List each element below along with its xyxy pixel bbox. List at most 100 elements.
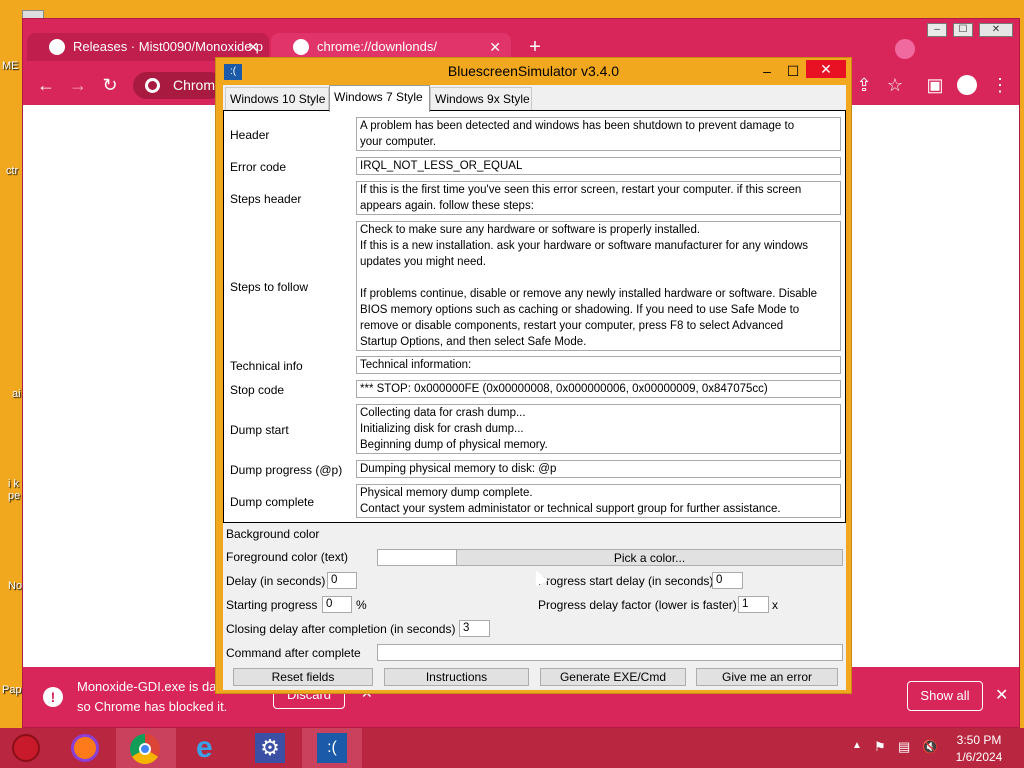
- network-icon[interactable]: ▤: [898, 739, 910, 755]
- technical-info-textbox[interactable]: Technical information:: [356, 356, 841, 374]
- closing-delay-input[interactable]: 3: [459, 620, 490, 637]
- window-title: BluescreenSimulator v3.4.0: [447, 63, 620, 79]
- field-label-dump-complete: Dump complete: [230, 495, 315, 509]
- start-ornament-icon: [12, 734, 40, 762]
- firefox-icon: [71, 734, 99, 762]
- closing-delay-label: Closing delay after completion (in secon…: [226, 622, 456, 636]
- taskbar-internet-explorer[interactable]: e: [180, 728, 240, 768]
- field-label-dump-progress: Dump progress (@p): [230, 463, 343, 477]
- tab-windows-7[interactable]: Windows 7 Style: [329, 85, 430, 112]
- progress-delay-factor-input[interactable]: 1: [738, 596, 769, 613]
- show-all-button[interactable]: Show all: [907, 681, 983, 711]
- desktop-label: ai: [12, 388, 21, 400]
- windows7-fields-panel: Header A problem has been detected and w…: [223, 110, 846, 523]
- chrome-logo-icon: [145, 78, 160, 93]
- progress-start-delay-label: Progress start delay (in seconds): [538, 574, 714, 588]
- reset-fields-button[interactable]: Reset fields: [233, 668, 373, 686]
- error-code-textbox[interactable]: IRQL_NOT_LESS_OR_EQUAL: [356, 157, 841, 175]
- app-icon: :(: [224, 64, 242, 80]
- starting-progress-label: Starting progress: [226, 598, 318, 612]
- tab-windows-9x[interactable]: Windows 9x Style: [430, 87, 532, 111]
- stop-code-textbox[interactable]: *** STOP: 0x000000FE (0x00000008, 0x0000…: [356, 380, 841, 398]
- tab-windows-10[interactable]: Windows 10 Style: [225, 87, 329, 111]
- progress-delay-factor-label: Progress delay factor (lower is faster): [538, 598, 737, 612]
- clock-time[interactable]: 3:50 PM: [954, 733, 1004, 747]
- chrome-close-button[interactable]: ✕: [979, 23, 1013, 37]
- start-button[interactable]: [0, 728, 52, 768]
- title-bar[interactable]: :( BluescreenSimulator v3.4.0 – ☐ ✕: [216, 58, 851, 85]
- taskbar-firefox[interactable]: [56, 728, 116, 768]
- share-icon[interactable]: ⇪: [849, 65, 879, 105]
- volume-muted-icon[interactable]: 🔇: [922, 739, 938, 755]
- download-warning-line2: so Chrome has blocked it.: [77, 699, 228, 714]
- omnibox[interactable]: Chrome: [133, 72, 223, 99]
- desktop-label: i k pe: [8, 478, 21, 502]
- command-after-label: Command after complete: [226, 646, 361, 660]
- chrome-icon: [130, 734, 160, 764]
- generate-exe-button[interactable]: Generate EXE/Cmd: [540, 668, 686, 686]
- starting-progress-input[interactable]: 0: [322, 596, 352, 613]
- browser-tab-label: chrome://downlonds/: [317, 39, 437, 54]
- profile-avatar-icon[interactable]: [957, 75, 977, 95]
- action-center-flag-icon[interactable]: ⚑: [874, 739, 886, 755]
- pick-color-button[interactable]: Pick a color...: [456, 549, 843, 566]
- taskbar: e ⚙ :( ▲ ⚑ ▤ 🔇 3:50 PM 1/6/2024: [0, 728, 1024, 768]
- reload-icon[interactable]: ↻: [95, 65, 125, 105]
- command-after-input[interactable]: [377, 644, 843, 661]
- new-tab-button[interactable]: +: [523, 35, 547, 59]
- app-body: Windows 10 Style Windows 7 Style Windows…: [223, 85, 846, 690]
- taskbar-chrome[interactable]: [116, 728, 176, 768]
- minimize-button[interactable]: –: [754, 58, 780, 85]
- desktop-label: No: [8, 580, 23, 592]
- profile-badge-icon[interactable]: [895, 39, 915, 59]
- field-label-header: Header: [230, 128, 270, 142]
- header-textbox[interactable]: A problem has been detected and windows …: [356, 117, 841, 151]
- chrome-maximize-button[interactable]: ☐: [953, 23, 973, 37]
- internet-explorer-icon: e: [196, 731, 213, 764]
- field-label-dump-start: Dump start: [230, 423, 289, 437]
- desktop-label: Pap: [2, 684, 22, 696]
- globe-icon: [293, 39, 309, 55]
- chrome-minimize-button[interactable]: –: [927, 23, 947, 37]
- dump-start-textbox[interactable]: Collecting data for crash dump... Initia…: [356, 404, 841, 454]
- dump-complete-textbox[interactable]: Physical memory dump complete. Contact y…: [356, 484, 841, 518]
- field-label-steps-to-follow: Steps to follow: [230, 280, 309, 294]
- starting-progress-unit: %: [356, 598, 367, 612]
- bookmark-star-icon[interactable]: ☆: [880, 65, 910, 105]
- browser-tab-label: Releases · Mist0090/Monoxide-p: [73, 39, 264, 54]
- download-bar-close-button[interactable]: ✕: [995, 685, 1008, 705]
- github-icon: [49, 39, 65, 55]
- delay-input[interactable]: 0: [327, 572, 357, 589]
- clock-date[interactable]: 1/6/2024: [952, 750, 1006, 764]
- background-color-label: Background color: [226, 527, 320, 541]
- field-label-steps-header: Steps header: [230, 192, 302, 206]
- progress-start-delay-input[interactable]: 0: [712, 572, 743, 589]
- download-warning-line1: Monoxide-GDI.exe is da: [77, 679, 217, 694]
- progress-delay-factor-unit: x: [772, 598, 778, 612]
- warning-icon: !: [43, 687, 63, 707]
- maximize-button[interactable]: ☐: [780, 58, 806, 85]
- instructions-button[interactable]: Instructions: [384, 668, 529, 686]
- steps-header-textbox[interactable]: If this is the first time you've seen th…: [356, 181, 841, 215]
- menu-kebab-icon[interactable]: ⋮: [985, 65, 1015, 105]
- side-panel-icon[interactable]: ▣: [920, 65, 950, 105]
- steps-to-follow-textbox[interactable]: Check to make sure any hardware or softw…: [356, 221, 841, 351]
- field-label-stop-code: Stop code: [230, 383, 285, 397]
- desktop-label: ME: [2, 60, 19, 72]
- bluescreen-app-icon: :(: [317, 733, 347, 763]
- desktop-label: ctr: [6, 165, 19, 177]
- color-swatch: [377, 549, 457, 566]
- dump-progress-textbox[interactable]: Dumping physical memory to disk: @p: [356, 460, 841, 478]
- forward-icon[interactable]: →: [63, 65, 93, 105]
- gear-icon: ⚙: [255, 733, 285, 763]
- taskbar-settings[interactable]: ⚙: [240, 728, 300, 768]
- back-icon[interactable]: ←: [31, 65, 61, 105]
- delay-label: Delay (in seconds): [226, 574, 326, 588]
- give-error-button[interactable]: Give me an error: [696, 668, 838, 686]
- taskbar-bluescreen-simulator[interactable]: :(: [302, 728, 362, 768]
- bluescreen-simulator-window: :( BluescreenSimulator v3.4.0 – ☐ ✕ Wind…: [215, 57, 852, 694]
- close-button[interactable]: ✕: [806, 60, 846, 78]
- field-label-error-code: Error code: [230, 160, 287, 174]
- foreground-color-label: Foreground color (text): [226, 550, 349, 564]
- show-hidden-icons-icon[interactable]: ▲: [852, 740, 862, 751]
